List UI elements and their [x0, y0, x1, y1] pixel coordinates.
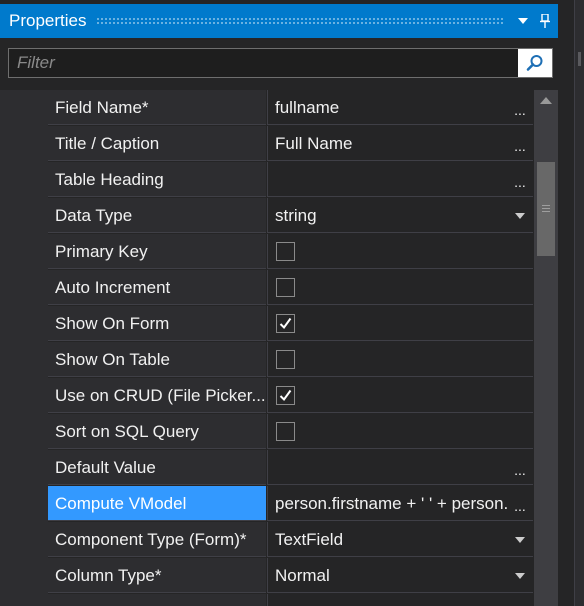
property-name[interactable]: Column Type* [48, 558, 266, 593]
property-value[interactable]: TextField [267, 522, 533, 557]
property-value[interactable]: Normal [267, 558, 533, 593]
title-bar-grip [96, 17, 504, 25]
property-name[interactable]: Auto Increment [48, 270, 266, 305]
property-row[interactable]: Component Type (Form)* TextField [0, 522, 533, 558]
property-row[interactable]: Use on CRUD (File Picker... [0, 378, 533, 414]
property-checkbox[interactable] [276, 278, 295, 297]
property-row[interactable]: Column Type* Normal [0, 558, 533, 594]
property-value-text: string [275, 206, 317, 225]
property-name[interactable]: Title / Caption [48, 126, 266, 161]
property-checkbox[interactable] [276, 422, 295, 441]
property-checkbox[interactable] [276, 314, 295, 333]
property-checkbox[interactable] [276, 242, 295, 261]
panel-title: Properties [9, 11, 87, 30]
row-margin [0, 378, 48, 414]
property-row[interactable]: Compute VModel person.firstname + ' ' + p… [0, 486, 533, 522]
property-value[interactable] [267, 342, 533, 377]
property-name[interactable]: Show On Form [48, 306, 266, 341]
row-margin [0, 594, 48, 606]
ellipsis-button[interactable]: ... [511, 126, 529, 161]
property-name[interactable]: Data Type [48, 198, 266, 233]
filter-input[interactable] [9, 49, 517, 77]
property-name[interactable]: Show On Table [48, 342, 266, 377]
ellipsis-button[interactable]: ... [511, 450, 529, 485]
property-row[interactable]: Data Type string [0, 198, 533, 234]
property-value[interactable] [267, 234, 533, 269]
property-value-text: fullname [275, 98, 340, 117]
property-row[interactable]: Table Heading... [0, 162, 533, 198]
property-value-text: Full Name [275, 134, 353, 153]
vertical-scrollbar[interactable] [534, 90, 558, 606]
dropdown-arrow-icon[interactable] [515, 573, 525, 579]
property-value-text: person.firstname + ' ' + person.lastname [275, 494, 507, 513]
row-margin [0, 162, 48, 198]
property-row[interactable] [0, 594, 533, 606]
property-value[interactable]: Full Name... [267, 126, 533, 161]
row-margin [0, 198, 48, 234]
row-margin [0, 126, 48, 162]
dropdown-arrow-icon[interactable] [515, 537, 525, 543]
property-checkbox[interactable] [276, 386, 295, 405]
property-value[interactable]: fullname... [267, 90, 533, 125]
checkmark-icon [279, 317, 292, 330]
property-name[interactable]: Component Type (Form)* [48, 522, 266, 557]
property-row[interactable]: Default Value... [0, 450, 533, 486]
property-row[interactable]: Primary Key [0, 234, 533, 270]
ellipsis-button[interactable]: ... [511, 162, 529, 197]
property-row[interactable]: Show On Form [0, 306, 533, 342]
property-value[interactable] [267, 306, 533, 341]
property-name[interactable] [48, 594, 266, 606]
property-name[interactable]: Sort on SQL Query [48, 414, 266, 449]
property-name[interactable]: Table Heading [48, 162, 266, 197]
row-margin [0, 522, 48, 558]
row-margin [0, 558, 48, 594]
property-name[interactable]: Field Name* [48, 90, 266, 125]
properties-title-bar[interactable]: Properties [0, 4, 558, 38]
property-value[interactable]: ... [267, 162, 533, 197]
adjacent-panel-edge [574, 0, 584, 606]
property-value-text: Normal [275, 566, 330, 585]
dropdown-arrow-icon[interactable] [515, 213, 525, 219]
row-margin [0, 270, 48, 306]
row-margin [0, 306, 48, 342]
row-margin [0, 450, 48, 486]
properties-panel: Properties Field Name*fullname...Title /… [0, 0, 574, 606]
property-row[interactable]: Field Name* fullname... [0, 90, 533, 126]
row-margin [0, 90, 48, 126]
property-row[interactable]: Auto Increment [0, 270, 533, 306]
ellipsis-button[interactable]: ... [511, 486, 529, 521]
property-name[interactable]: Use on CRUD (File Picker... [48, 378, 266, 413]
property-value[interactable]: person.firstname + ' ' + person.lastname… [267, 486, 533, 521]
row-margin [0, 342, 48, 378]
scrollbar-thumb[interactable] [537, 162, 555, 256]
property-value[interactable]: ... [267, 450, 533, 485]
filter-box [8, 48, 553, 78]
property-value[interactable] [267, 270, 533, 305]
property-value[interactable] [267, 378, 533, 413]
property-checkbox[interactable] [276, 350, 295, 369]
property-grid: Field Name* fullname... Title / Caption Ful… [0, 90, 533, 606]
property-row[interactable]: Title / Caption Full Name... [0, 126, 533, 162]
row-margin [0, 486, 48, 522]
ellipsis-button[interactable]: ... [511, 90, 529, 125]
property-name[interactable]: Compute VModel [48, 486, 266, 521]
row-margin [0, 234, 48, 270]
property-value[interactable]: string [267, 198, 533, 233]
panel-menu-dropdown-icon[interactable] [514, 11, 532, 31]
search-button[interactable] [518, 49, 552, 77]
row-margin [0, 414, 48, 450]
property-value-text: TextField [275, 530, 344, 549]
property-value[interactable] [267, 594, 533, 606]
property-value[interactable] [267, 414, 533, 449]
property-name[interactable]: Default Value [48, 450, 266, 485]
scroll-up-arrow-icon[interactable] [540, 97, 552, 104]
property-row[interactable]: Sort on SQL Query [0, 414, 533, 450]
property-row[interactable]: Show On Table [0, 342, 533, 378]
checkmark-icon [279, 389, 292, 402]
pin-icon[interactable] [536, 11, 554, 31]
property-name[interactable]: Primary Key [48, 234, 266, 269]
search-icon [526, 55, 543, 71]
